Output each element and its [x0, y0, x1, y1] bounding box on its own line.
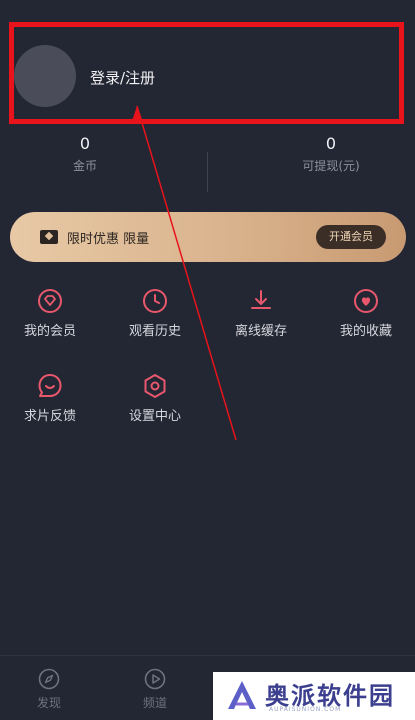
- vip-promo-banner[interactable]: 限时优惠 限量 开通会员: [10, 212, 406, 262]
- grid-item-favorites[interactable]: 我的收藏: [321, 288, 411, 358]
- avatar[interactable]: [14, 45, 76, 107]
- download-icon: [251, 290, 271, 309]
- grid-label: 我的会员: [23, 324, 76, 339]
- heart-icon: [354, 289, 378, 313]
- watermark-subtext: AUPAISUNION.COM: [269, 706, 342, 713]
- stat-coins-value: 0: [79, 134, 91, 153]
- stat-coins-label: 金币: [72, 159, 97, 173]
- play-icon: [144, 668, 166, 690]
- grid-label: 求片反馈: [23, 409, 76, 424]
- grid-item-offline[interactable]: 离线缓存: [216, 288, 306, 358]
- grid-item-feedback[interactable]: 求片反馈: [5, 373, 95, 443]
- grid-label: 我的收藏: [339, 324, 392, 339]
- login-register-link[interactable]: 登录/注册: [90, 67, 155, 88]
- ticket-icon: [40, 230, 58, 244]
- hexagon-settings-icon: [144, 374, 166, 398]
- grid-item-history[interactable]: 观看历史: [110, 288, 200, 358]
- profile-header[interactable]: 登录/注册: [0, 0, 415, 130]
- clock-icon: [143, 289, 167, 313]
- nav-label: 发现: [36, 696, 61, 710]
- grid-label: 离线缓存: [234, 324, 287, 339]
- compass-icon: [38, 668, 60, 690]
- grid-item-settings[interactable]: 设置中心: [110, 373, 200, 443]
- nav-channel[interactable]: 频道: [125, 668, 185, 711]
- stat-cash[interactable]: 0 可提现(元): [271, 133, 391, 175]
- open-vip-button[interactable]: 开通会员: [316, 225, 386, 249]
- grid-label: 设置中心: [128, 409, 181, 424]
- stats-divider: [207, 152, 208, 192]
- diamond-icon: [38, 289, 62, 313]
- grid-label: 观看历史: [128, 324, 181, 339]
- stat-cash-label: 可提现(元): [302, 159, 360, 173]
- stat-cash-value: 0: [325, 134, 337, 153]
- nav-label: 频道: [142, 696, 167, 710]
- watermark: 奥派软件园 AUPAISUNION.COM: [213, 672, 415, 720]
- stat-coins[interactable]: 0 金币: [25, 133, 145, 175]
- grid-item-vip[interactable]: 我的会员: [5, 288, 95, 358]
- promo-text: 限时优惠 限量: [67, 232, 150, 247]
- logo-icon: [228, 681, 256, 709]
- chat-bubble-icon: [38, 374, 62, 397]
- nav-discover[interactable]: 发现: [19, 668, 79, 711]
